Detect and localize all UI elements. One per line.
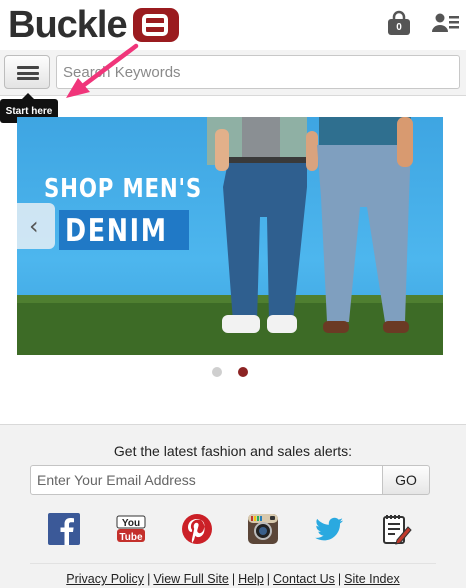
cart-count: 0: [396, 22, 402, 33]
alerts-heading: Get the latest fashion and sales alerts:: [113, 443, 353, 459]
banner-headline: SHOP MEN'S: [44, 174, 203, 204]
pinterest-icon[interactable]: [181, 513, 213, 545]
menu-button[interactable]: [4, 55, 50, 89]
carousel-prev-button[interactable]: ‹: [17, 203, 55, 249]
hero-banner[interactable]: SHOP MEN'S DENIM: [17, 117, 443, 355]
privacy-policy-link[interactable]: Privacy Policy: [66, 572, 144, 586]
help-link[interactable]: Help: [238, 572, 264, 586]
account-icon[interactable]: [432, 12, 460, 34]
brand-name: Buckle: [8, 4, 128, 46]
carousel-dot-active[interactable]: [238, 367, 248, 377]
go-button[interactable]: GO: [382, 465, 430, 495]
instagram-icon[interactable]: [247, 513, 279, 545]
site-index-link[interactable]: Site Index: [344, 572, 400, 586]
facebook-icon[interactable]: [48, 513, 80, 545]
footer-links: Privacy Policy | View Full Site | Help | Conta…: [66, 572, 400, 586]
search-bar: [0, 50, 466, 96]
social-links: You Tube: [0, 513, 466, 547]
footer-divider: [30, 563, 436, 564]
footer: Get the latest fashion and sales alerts:…: [0, 424, 466, 588]
blog-icon[interactable]: [380, 513, 412, 545]
carousel-pagination: [212, 367, 248, 377]
tooltip-text: Start here: [5, 105, 53, 117]
svg-text:You: You: [122, 518, 140, 529]
view-full-site-link[interactable]: View Full Site: [153, 572, 229, 586]
header: Buckle 0: [0, 0, 466, 50]
chevron-left-icon: ‹: [29, 212, 39, 240]
youtube-icon[interactable]: You Tube: [115, 513, 147, 545]
svg-text:Tube: Tube: [119, 532, 143, 543]
contact-us-link[interactable]: Contact Us: [273, 572, 335, 586]
email-field[interactable]: [30, 465, 383, 495]
buckle-logo[interactable]: Buckle: [8, 6, 179, 44]
banner-subheadline: DENIM: [65, 213, 168, 249]
twitter-icon[interactable]: [313, 513, 345, 545]
carousel-dot[interactable]: [212, 367, 222, 377]
logo-mark-icon: [132, 8, 179, 42]
search-input[interactable]: [56, 55, 460, 89]
